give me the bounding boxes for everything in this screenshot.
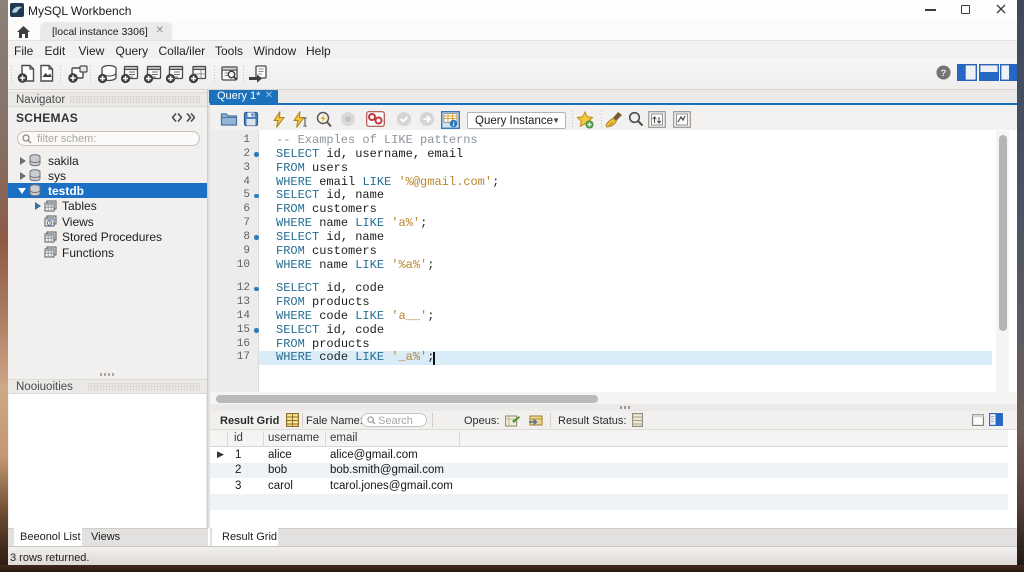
svg-text:i: i [453,121,455,128]
svg-text:?: ? [941,68,947,78]
